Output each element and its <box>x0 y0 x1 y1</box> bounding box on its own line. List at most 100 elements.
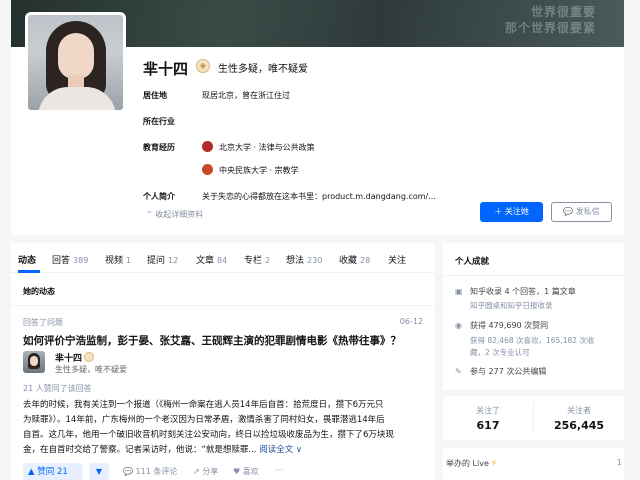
cover-text: 世界很重要 那个世界很要紧 <box>505 4 596 36</box>
author-headline: 生性多疑，唯不疑爱 <box>55 365 127 374</box>
share-icon: ↗ <box>193 467 200 476</box>
message-icon: 💬 <box>563 207 574 216</box>
share-button[interactable]: ↗ 分享 <box>193 466 218 477</box>
live-card[interactable]: 举办的 Live ⚡ 1 <box>443 448 624 480</box>
upvote-info: 21 人赞同了该回答 <box>23 384 92 393</box>
excerpt-line: 金，在自首时交给了警察。记者采访时，他说：“就是想赎罪... <box>23 445 257 455</box>
education-label: 教育经历 <box>143 143 175 152</box>
tab-label: 收藏 <box>339 256 358 266</box>
section-title: 她的动态 <box>23 287 55 296</box>
pku-logo-icon <box>202 141 213 152</box>
tab-collections[interactable]: 收藏 28 <box>339 253 370 266</box>
edit-icon: ✎ <box>455 367 462 376</box>
author-name[interactable]: 芈十四 <box>55 351 82 364</box>
following-stat[interactable]: 关注了 617 <box>443 396 533 440</box>
badge-icon[interactable]: ◈ <box>196 59 210 73</box>
education-item-1[interactable]: 北京大学 · 法律与公共政策 <box>219 142 315 153</box>
tab-label: 关注 <box>388 256 407 266</box>
bio-value[interactable]: 关于失恋的心得都放在这本书里：product.m.dangdang.com/..… <box>202 191 436 202</box>
lightning-icon: ⚡ <box>490 459 498 469</box>
collapse-details-link[interactable]: ⌃ 收起详细资料 <box>146 209 203 220</box>
tab-answers[interactable]: 回答 389 <box>52 253 88 266</box>
tab-label: 文章 <box>196 256 215 266</box>
activity-date: 06-12 <box>399 317 423 326</box>
achievements-card: 个人成就 ▣ 知乎收录 4 个回答，1 篇文章 知乎圆桌和知乎日报收录 ◉ 获得… <box>443 243 624 390</box>
comment-icon: 💬 <box>123 467 133 476</box>
likes-collects: 获得 82,468 次喜欢，165,182 次收 <box>470 336 595 345</box>
comments-button[interactable]: 💬 111 条评论 <box>123 466 177 477</box>
followers-label: 关注者 <box>567 406 591 415</box>
excerpt-line: 为赎罪》）。14年前，广东梅州的一个老汉因为日常矛盾，激情杀害了同村妇女，畏罪潜… <box>23 415 385 425</box>
education-item-2[interactable]: 中央民族大学 · 宗教学 <box>219 165 299 176</box>
more-button[interactable]: ··· <box>275 466 283 475</box>
profile-tabs: 动态 回答 389 视频 1 提问 12 文章 84 专栏 2 想法 230 收藏 28 关注 <box>11 243 435 273</box>
following-value: 617 <box>476 419 500 432</box>
upvote-icon: ◉ <box>455 321 462 330</box>
message-button[interactable]: 💬 发私信 <box>551 202 612 222</box>
tab-count: 84 <box>217 256 228 265</box>
upvote-button[interactable]: ▲ 赞同 21 <box>23 463 83 480</box>
tab-questions[interactable]: 提问 12 <box>147 253 178 266</box>
tab-count: 389 <box>73 256 89 265</box>
bio-label: 个人简介 <box>143 192 175 201</box>
tab-videos[interactable]: 视频 1 <box>105 253 131 266</box>
heart-icon: ♥ <box>233 467 241 476</box>
followers-stat[interactable]: 关注者 256,445 <box>534 396 624 440</box>
tab-label: 想法 <box>286 256 305 266</box>
author-badge-icon <box>84 352 94 362</box>
share-label: 分享 <box>202 467 219 476</box>
residence-value: 现居北京，曾在浙江住过 <box>202 91 290 100</box>
tab-label: 专栏 <box>244 256 263 266</box>
cover-text-line2: 那个世界很要紧 <box>504 21 596 35</box>
author-avatar[interactable] <box>23 351 45 373</box>
question-title-link[interactable]: 如何评价宁浩监制，彭于晏、张艾嘉、王砚辉主演的犯罪剧情电影《热带往事》？ <box>23 333 433 348</box>
tab-count: 1 <box>126 256 132 265</box>
tab-thoughts[interactable]: 想法 230 <box>286 253 322 266</box>
live-label-text: 举办的 Live <box>446 459 489 468</box>
tab-activity[interactable]: 动态 <box>18 253 36 266</box>
professional-recognition: 藏，2 次专业认可 <box>470 348 530 357</box>
following-label: 关注了 <box>476 406 500 415</box>
collect-sub: 知乎圆桌和知乎日报收录 <box>470 301 553 310</box>
like-label: 喜欢 <box>242 467 259 476</box>
tab-count: 28 <box>360 256 371 265</box>
avatar[interactable] <box>25 12 126 113</box>
excerpt-line: 自首。这几年，他用一个破旧收音机时刻关注公安动向，终日以捡垃圾收废品为生，攒下了… <box>23 430 394 440</box>
message-button-label: 发私信 <box>575 207 600 216</box>
like-button[interactable]: ♥ 喜欢 <box>233 466 259 477</box>
divider <box>11 305 435 306</box>
follow-button[interactable]: ＋ 关注她 <box>480 202 543 222</box>
tab-label: 回答 <box>52 256 71 266</box>
follow-button-label: 关注她 <box>504 207 529 216</box>
follow-stats-card: 关注了 617 关注者 256,445 <box>443 396 624 440</box>
tab-following[interactable]: 关注 <box>388 253 406 266</box>
public-edit-count: 参与 277 次公共编辑 <box>470 367 547 376</box>
live-count: 1 <box>616 458 622 467</box>
zhihu-collect-icon: ▣ <box>455 287 463 296</box>
tab-label: 提问 <box>147 256 166 266</box>
residence-label: 居住地 <box>143 91 167 100</box>
active-tab-indicator <box>18 270 40 273</box>
tab-label: 视频 <box>105 256 124 266</box>
excerpt-line: 去年的时候，我有关注到一个报道（《梅州一命案在逃人员14年后自首：拾荒度日，攒下… <box>23 400 384 410</box>
upvote-count: 获得 479,690 次赞同 <box>470 321 549 330</box>
collect-count: 知乎收录 4 个回答，1 篇文章 <box>470 287 576 296</box>
profile-headline: 生性多疑，唯不疑爱 <box>218 64 308 75</box>
tab-count: 2 <box>265 256 271 265</box>
achievements-title: 个人成就 <box>455 257 490 267</box>
live-label: 举办的 Live ⚡ <box>446 458 497 469</box>
profile-name: 芈十四 <box>143 60 189 78</box>
tab-articles[interactable]: 文章 84 <box>196 253 227 266</box>
tab-count: 12 <box>168 256 179 265</box>
comments-label: 111 条评论 <box>135 467 178 476</box>
main-content-card: 动态 回答 389 视频 1 提问 12 文章 84 专栏 2 想法 230 收藏 28 关注… <box>11 243 435 480</box>
tab-count: 230 <box>307 256 323 265</box>
downvote-button[interactable]: ▼ <box>89 463 109 480</box>
muc-logo-icon <box>202 164 213 175</box>
answer-excerpt[interactable]: 去年的时候，我有关注到一个报道（《梅州一命案在逃人员14年后自首：拾荒度日，攒下… <box>23 398 433 458</box>
cover-text-line1: 世界很重要 <box>530 5 596 19</box>
collapse-details-label: 收起详细资料 <box>155 210 204 219</box>
tab-columns[interactable]: 专栏 2 <box>244 253 270 266</box>
industry-label: 所在行业 <box>143 117 175 126</box>
read-more-link[interactable]: 阅读全文 ∨ <box>259 445 302 455</box>
